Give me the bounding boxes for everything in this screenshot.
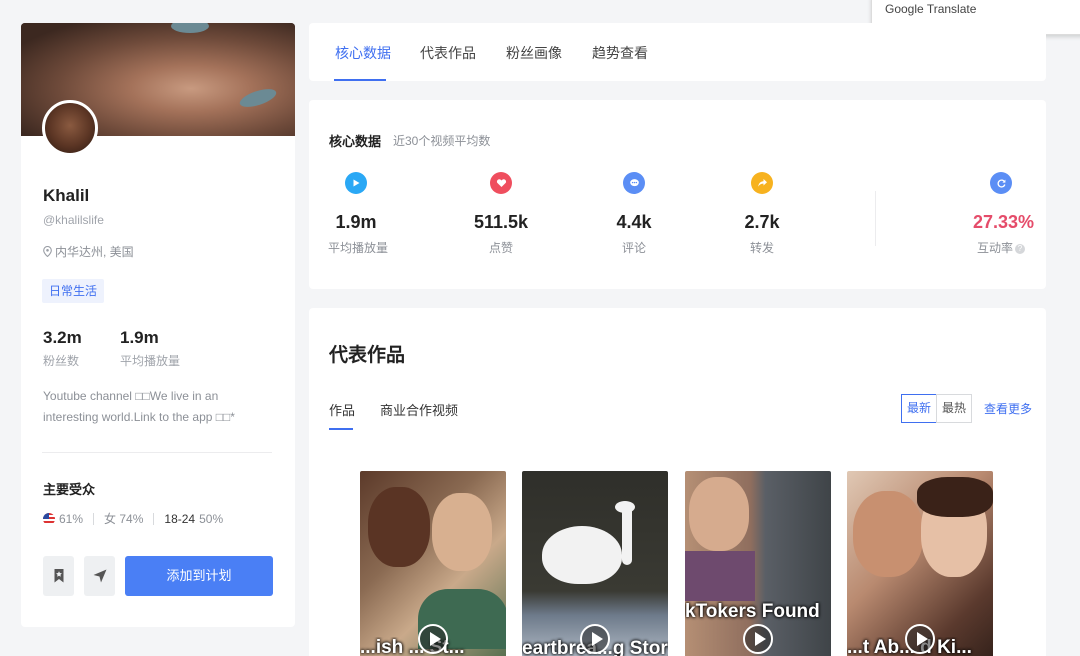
avatar[interactable] — [42, 100, 98, 156]
category-tag[interactable]: 日常生活 — [42, 279, 105, 303]
video-thumbnail[interactable]: ...t Ab... d Ki... — [847, 471, 993, 656]
refresh-icon — [990, 172, 1012, 194]
tab-trends[interactable]: 趋势查看 — [592, 43, 648, 63]
tab-core-data[interactable]: 核心数据 — [335, 43, 391, 63]
profile-name: Khalil — [43, 186, 90, 205]
us-flag-icon — [43, 512, 55, 525]
stat-avg-views-value: 1.9m — [120, 328, 159, 347]
sort-latest-button[interactable]: 最新 — [901, 394, 937, 423]
metric-likes-label: 点赞 — [488, 241, 513, 255]
stat-followers-label: 粉丝数 — [43, 354, 80, 368]
navigate-button[interactable] — [84, 556, 115, 596]
works-title: 代表作品 — [329, 345, 406, 366]
play-button-icon[interactable] — [418, 624, 448, 654]
core-data-card: 核心数据 近30个视频平均数 1.9m 平均播放量 511.5k 点赞 4.4k… — [309, 100, 1046, 289]
audience-gender: 女 74% — [104, 512, 144, 526]
bookmark-icon — [54, 569, 63, 583]
comment-icon — [623, 172, 645, 194]
location-pin-icon — [43, 246, 52, 257]
metric-avg-views-label: 平均播放量 — [328, 241, 389, 255]
core-data-title: 核心数据 — [329, 134, 382, 149]
profile-handle: @khalilslife — [43, 213, 104, 227]
metric-engagement-rate: 27.33% 互动率? — [973, 172, 1035, 256]
add-to-plan-button[interactable]: 添加到计划 — [125, 556, 273, 596]
metric-avg-views-value: 1.9m — [335, 212, 377, 232]
audience-summary: 61% 女 74% 18-24 50% — [43, 510, 223, 527]
profile-location-text: 内华达州, 美国 — [55, 245, 134, 259]
bookmark-button[interactable] — [43, 556, 74, 596]
play-button-icon[interactable] — [580, 624, 610, 654]
metric-shares: 2.7k 转发 — [744, 172, 780, 256]
play-icon — [345, 172, 367, 194]
active-tab-indicator — [334, 79, 386, 81]
tab-commercial-videos[interactable]: 商业合作视频 — [380, 400, 458, 419]
profile-description: Youtube channel □□We live in an interest… — [43, 389, 235, 424]
tab-works[interactable]: 作品 — [329, 400, 355, 419]
core-data-subtitle: 近30个视频平均数 — [393, 134, 491, 148]
stat-followers-value: 3.2m — [43, 328, 82, 347]
divider — [42, 452, 272, 453]
metric-avg-views: 1.9m 平均播放量 — [328, 172, 389, 256]
metric-likes: 511.5k 点赞 — [471, 172, 531, 256]
metric-comments-value: 4.4k — [616, 212, 652, 232]
metric-shares-label: 转发 — [749, 241, 774, 255]
profile-card: Khalil @khalilslife 内华达州, 美国 日常生活 3.2m 粉… — [21, 23, 295, 627]
audience-age-range: 18-24 — [164, 511, 196, 526]
heart-icon — [490, 172, 512, 194]
tab-fan-profile[interactable]: 粉丝画像 — [506, 43, 562, 63]
main-tabs: 核心数据 代表作品 粉丝画像 趋势查看 — [309, 23, 1046, 81]
sort-hottest-button[interactable]: 最热 — [936, 394, 972, 423]
navigation-arrow-icon — [93, 569, 106, 583]
video-thumbnail[interactable]: kTokers Found — [685, 471, 831, 656]
metric-comments-label: 评论 — [621, 241, 646, 255]
metric-divider — [875, 191, 876, 246]
works-card: 代表作品 作品 商业合作视频 最新 最热 查看更多 ...ish ... St.… — [309, 308, 1046, 656]
works-tab-indicator — [329, 428, 353, 430]
play-button-icon[interactable] — [905, 624, 935, 654]
help-icon[interactable]: ? — [1015, 243, 1025, 254]
view-more-link[interactable]: 查看更多 — [984, 400, 1032, 417]
metric-comments: 4.4k 评论 — [614, 172, 654, 256]
video-caption: kTokers Found — [685, 601, 820, 622]
stat-followers: 3.2m 粉丝数 — [43, 328, 82, 369]
share-icon — [751, 172, 773, 194]
metric-likes-value: 511.5k — [473, 212, 529, 232]
profile-location: 内华达州, 美国 — [43, 243, 134, 260]
google-translate-label: Google Translate — [885, 2, 977, 16]
play-button-icon[interactable] — [743, 624, 773, 654]
video-thumbnail[interactable]: ...ish ... St... — [360, 471, 506, 656]
tab-representative-works[interactable]: 代表作品 — [420, 43, 476, 63]
metric-shares-value: 2.7k — [744, 212, 780, 232]
stat-avg-views-label: 平均播放量 — [120, 354, 181, 368]
audience-age-pct: 50% — [199, 511, 224, 526]
metric-engagement-rate-text: 互动率 — [976, 241, 1013, 255]
audience-title: 主要受众 — [43, 482, 96, 497]
stat-avg-views: 1.9m 平均播放量 — [120, 328, 180, 369]
video-thumbnail[interactable]: eartbrea...g Story 😢 — [522, 471, 668, 656]
audience-country-pct: 61% — [59, 511, 84, 526]
metric-engagement-rate-label: 互动率? — [973, 239, 1029, 256]
metric-engagement-rate-value: 27.33% — [973, 212, 1035, 232]
